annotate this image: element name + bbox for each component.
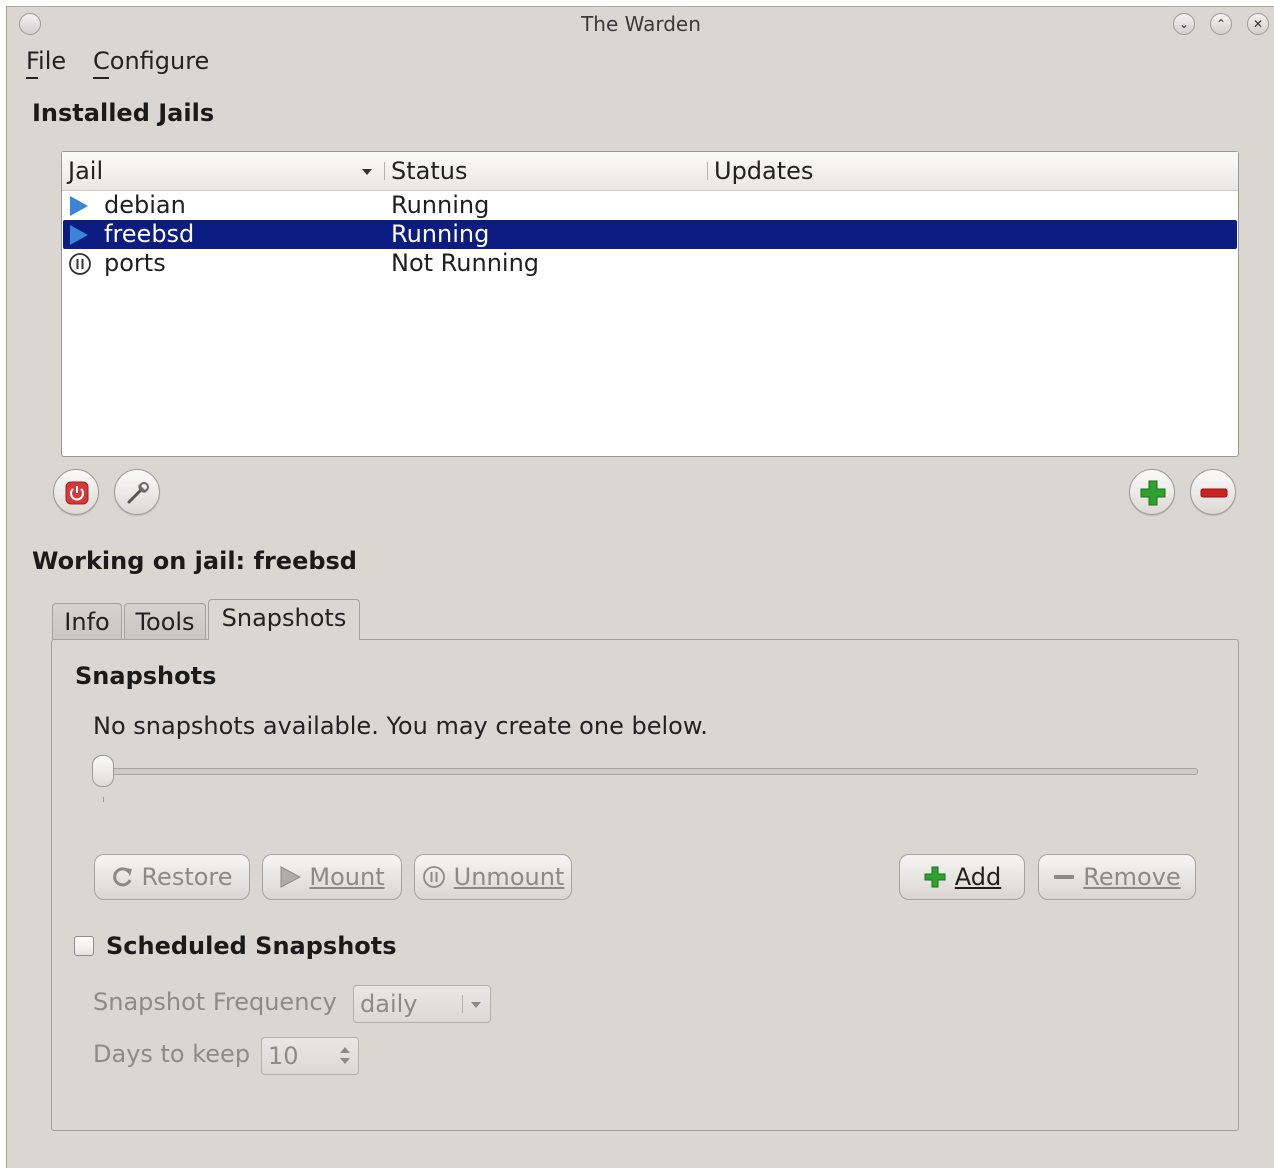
minus-icon — [1200, 488, 1228, 498]
add-jail-button[interactable] — [1129, 469, 1175, 515]
column-separator — [707, 162, 708, 180]
mount-label: Mount — [309, 863, 385, 891]
jail-status: Running — [391, 191, 490, 219]
remove-label: Remove — [1083, 863, 1181, 891]
unmount-button[interactable]: Unmount — [414, 854, 572, 900]
spin-up-icon[interactable] — [340, 1047, 350, 1053]
toggle-jail-button[interactable] — [53, 469, 99, 515]
menu-configure[interactable]: Configure — [93, 47, 209, 75]
column-updates[interactable]: Updates — [714, 157, 813, 185]
power-icon — [65, 481, 89, 505]
sort-down-icon — [362, 169, 372, 175]
frequency-label: Snapshot Frequency — [93, 988, 337, 1016]
remove-jail-button[interactable] — [1190, 469, 1236, 515]
jail-status: Not Running — [391, 249, 540, 277]
menu-file-mnemonic — [26, 77, 38, 79]
menu-configure-label: Configure — [93, 47, 210, 75]
snapshots-message: No snapshots available. You may create o… — [93, 712, 708, 740]
working-jail-heading: Working on jail: freebsd — [32, 547, 357, 575]
minus-icon — [1054, 875, 1075, 879]
close-icon[interactable]: ✕ — [1247, 13, 1269, 35]
pause-icon — [69, 253, 91, 275]
select-separator — [462, 995, 463, 1013]
main-window: The Warden ⌄ ⌃ ✕ File Configure Installe… — [6, 6, 1274, 1168]
add-snapshot-button[interactable]: Add — [899, 854, 1025, 900]
wrench-icon — [127, 482, 149, 504]
snapshots-heading: Snapshots — [75, 662, 217, 690]
table-row[interactable]: freebsd Running — [63, 220, 1237, 249]
mount-button[interactable]: Mount — [262, 854, 402, 900]
remove-snapshot-button[interactable]: Remove — [1038, 854, 1196, 900]
spin-down-icon[interactable] — [340, 1058, 350, 1064]
restore-label: Restore — [141, 863, 233, 891]
jail-status: Running — [391, 220, 490, 248]
installed-jails-heading: Installed Jails — [32, 99, 215, 127]
jail-name: ports — [104, 249, 166, 277]
plus-icon — [924, 866, 946, 888]
pause-icon — [422, 866, 445, 888]
title-bar: The Warden ⌄ ⌃ ✕ — [7, 7, 1274, 41]
configure-jail-button[interactable] — [114, 469, 160, 515]
chevron-down-icon — [471, 1002, 481, 1008]
play-icon — [280, 866, 302, 888]
restore-button[interactable]: Restore — [94, 854, 250, 900]
column-separator — [384, 162, 385, 180]
minimize-icon[interactable]: ⌄ — [1173, 13, 1195, 35]
snapshot-slider-handle[interactable] — [92, 755, 114, 787]
menu-file[interactable]: File — [26, 47, 66, 75]
unmount-label: Unmount — [453, 863, 565, 891]
tab-info[interactable]: Info — [52, 603, 122, 639]
table-row[interactable]: ports Not Running — [62, 249, 1238, 278]
tab-snapshots[interactable]: Snapshots — [208, 599, 360, 640]
snapshots-panel: Snapshots No snapshots available. You ma… — [51, 639, 1239, 1131]
scheduled-snapshots-checkbox[interactable] — [74, 936, 94, 956]
menu-file-label: File — [26, 47, 67, 75]
play-icon — [70, 196, 88, 216]
frequency-select[interactable]: daily — [353, 985, 491, 1023]
add-label: Add — [954, 863, 1002, 891]
jails-table[interactable]: Jail Status Updates debian Running freeb… — [61, 151, 1239, 457]
jail-name: freebsd — [104, 220, 195, 248]
days-spinbox[interactable]: 10 — [261, 1037, 359, 1075]
plus-icon — [1140, 480, 1166, 506]
slider-tick — [103, 797, 104, 802]
jails-table-header: Jail Status Updates — [62, 152, 1238, 191]
days-value: 10 — [268, 1042, 299, 1070]
column-jail[interactable]: Jail — [68, 157, 103, 185]
jail-name: debian — [104, 191, 186, 219]
frequency-value: daily — [360, 990, 418, 1018]
window-title: The Warden — [581, 12, 701, 36]
tab-tools[interactable]: Tools — [124, 603, 206, 639]
play-icon — [70, 225, 88, 245]
table-row[interactable]: debian Running — [62, 191, 1238, 220]
maximize-icon[interactable]: ⌃ — [1210, 13, 1232, 35]
scheduled-snapshots-label[interactable]: Scheduled Snapshots — [106, 932, 397, 960]
days-label: Days to keep — [93, 1040, 251, 1068]
restore-icon — [113, 867, 133, 887]
snapshot-slider-track[interactable] — [100, 768, 1198, 775]
column-status[interactable]: Status — [391, 157, 467, 185]
menu-configure-mnemonic — [93, 77, 109, 79]
